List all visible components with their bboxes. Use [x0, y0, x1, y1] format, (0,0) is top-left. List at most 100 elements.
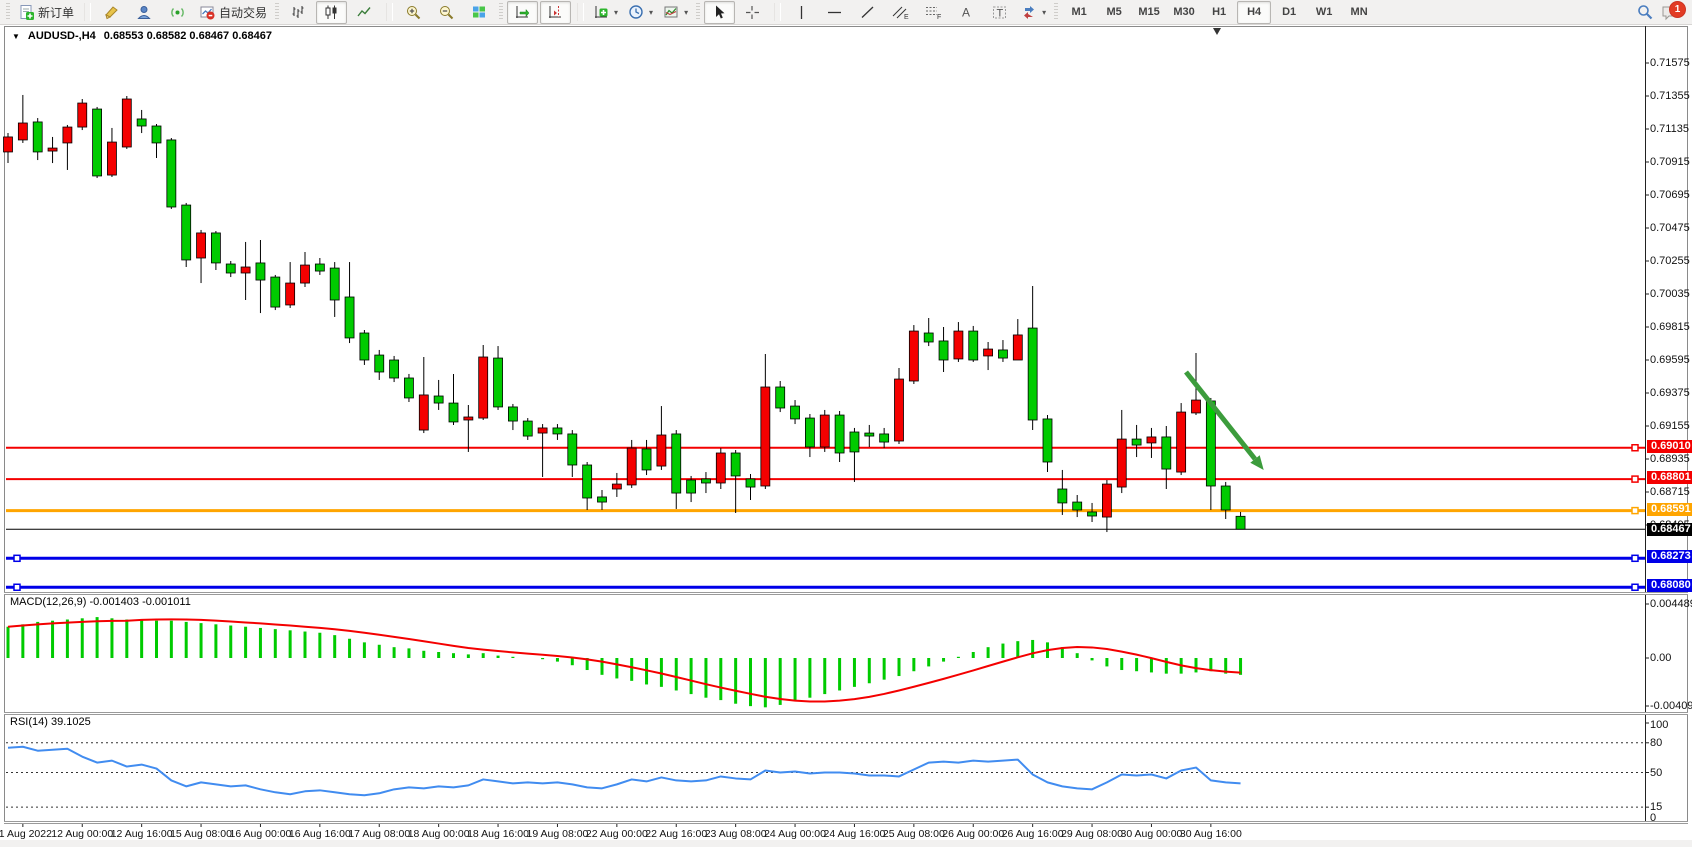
- candle-body: [880, 434, 889, 442]
- line-handle: [1632, 584, 1638, 590]
- macd-axis-label: -0.004098: [1650, 700, 1692, 712]
- candle-body: [226, 264, 235, 273]
- candle-body: [33, 122, 42, 152]
- price-tick-label: 0.71575: [1650, 57, 1690, 69]
- candle-body: [1177, 412, 1186, 472]
- candle-body: [553, 428, 562, 434]
- candle-body: [1013, 335, 1022, 360]
- time-tick-label: 15 Aug 08:00: [170, 828, 232, 840]
- candle-body: [404, 378, 413, 398]
- candle-body: [701, 479, 710, 483]
- candle-body: [746, 479, 755, 487]
- rsi-panel-divider[interactable]: [4, 712, 1688, 715]
- time-tick-label: 30 Aug 16:00: [1180, 828, 1242, 840]
- time-tick-label: 25 Aug 08:00: [883, 828, 945, 840]
- candle-body: [805, 418, 814, 447]
- time-tick-label: 17 Aug 08:00: [348, 828, 410, 840]
- macd-label: MACD(12,26,9) -0.001403 -0.001011: [10, 596, 191, 608]
- candle-body: [4, 137, 13, 152]
- candle-body: [924, 333, 933, 342]
- candle-body: [850, 432, 859, 452]
- price-tick-label: 0.69595: [1650, 354, 1690, 366]
- candle-body: [523, 421, 532, 436]
- candle-body: [494, 358, 503, 407]
- line-handle: [14, 584, 20, 590]
- price-tick-label: 0.68935: [1650, 453, 1690, 465]
- candle-body: [687, 480, 696, 493]
- time-tick-label: 18 Aug 16:00: [467, 828, 529, 840]
- candle-body: [286, 283, 295, 305]
- candle-body: [360, 333, 369, 360]
- candle-body: [1236, 516, 1245, 529]
- price-axis-border: [1645, 26, 1646, 823]
- time-tick-label: 29 Aug 08:00: [1061, 828, 1123, 840]
- candle-body: [1058, 489, 1067, 503]
- time-axis-divider: [4, 821, 1688, 824]
- rsi-axis-label: 50: [1650, 767, 1662, 779]
- candle-body: [93, 109, 102, 176]
- time-tick-label: 24 Aug 00:00: [764, 828, 826, 840]
- rsi-axis-label: 0: [1650, 812, 1656, 824]
- candle-body: [716, 453, 725, 483]
- line-handle: [1632, 508, 1638, 514]
- rsi-axis-label: 100: [1650, 719, 1668, 731]
- candle-body: [122, 99, 131, 147]
- price-level-badge: 0.69010: [1647, 440, 1692, 453]
- candle-body: [63, 127, 72, 143]
- price-level-badge: 0.68591: [1647, 503, 1692, 516]
- time-tick-label: 26 Aug 16:00: [1002, 828, 1064, 840]
- candle-body: [642, 449, 651, 470]
- candle-body: [48, 148, 57, 151]
- price-tick-label: 0.69815: [1650, 321, 1690, 333]
- price-tick-label: 0.69375: [1650, 387, 1690, 399]
- candle-body: [1073, 502, 1082, 510]
- time-tick-label: 18 Aug 00:00: [408, 828, 470, 840]
- time-tick-label: 22 Aug 00:00: [586, 828, 648, 840]
- down-trend-arrow: [1186, 372, 1255, 459]
- candle-body: [939, 341, 948, 360]
- candle-body: [78, 103, 87, 127]
- price-level-badge: 0.68801: [1647, 471, 1692, 484]
- time-tick-label: 22 Aug 16:00: [645, 828, 707, 840]
- candle-body: [197, 233, 206, 258]
- candle-body: [1132, 439, 1141, 445]
- time-tick-label: 19 Aug 08:00: [526, 828, 588, 840]
- candle-body: [434, 396, 443, 403]
- candle-body: [761, 387, 770, 486]
- chart-title: ▼ AUDUSD-,H4 0.68553 0.68582 0.68467 0.6…: [12, 30, 272, 42]
- price-tick-label: 0.71135: [1650, 123, 1689, 135]
- candle-body: [984, 349, 993, 356]
- candle-body: [865, 433, 874, 436]
- symbol-period-label: AUDUSD-,H4: [28, 30, 96, 42]
- line-handle: [1632, 476, 1638, 482]
- candle-body: [1043, 419, 1052, 462]
- collapse-triangle-icon[interactable]: ▼: [12, 32, 20, 41]
- candle-body: [1206, 401, 1215, 486]
- candle-body: [1221, 486, 1230, 510]
- price-tick-label: 0.70695: [1650, 189, 1690, 201]
- time-tick-label: 16 Aug 00:00: [229, 828, 291, 840]
- chart-plot[interactable]: [0, 0, 1692, 847]
- time-tick-label: 12 Aug 00:00: [51, 828, 113, 840]
- line-handle: [1632, 555, 1638, 561]
- time-tick-label: 11 Aug 2022: [0, 828, 52, 840]
- price-level-badge: 0.68273: [1647, 550, 1692, 563]
- candle-body: [657, 435, 666, 466]
- macd-panel-divider[interactable]: [4, 592, 1688, 595]
- candle-body: [791, 406, 800, 419]
- candle-body: [1192, 400, 1201, 413]
- candle-body: [419, 395, 428, 430]
- candle-body: [998, 350, 1007, 358]
- candle-body: [612, 484, 621, 489]
- candle-body: [598, 497, 607, 502]
- candle-body: [627, 448, 636, 485]
- candle-body: [895, 379, 904, 441]
- price-level-badge: 0.68080: [1647, 579, 1692, 592]
- price-tick-label: 0.71355: [1650, 90, 1690, 102]
- candle-body: [954, 331, 963, 359]
- price-tick-label: 0.70255: [1650, 255, 1690, 267]
- ohlc-values: 0.68553 0.68582 0.68467 0.68467: [104, 30, 272, 42]
- price-tick-label: 0.70475: [1650, 222, 1690, 234]
- macd-axis-label: 0.004489: [1650, 598, 1692, 610]
- price-tick-label: 0.70915: [1650, 156, 1690, 168]
